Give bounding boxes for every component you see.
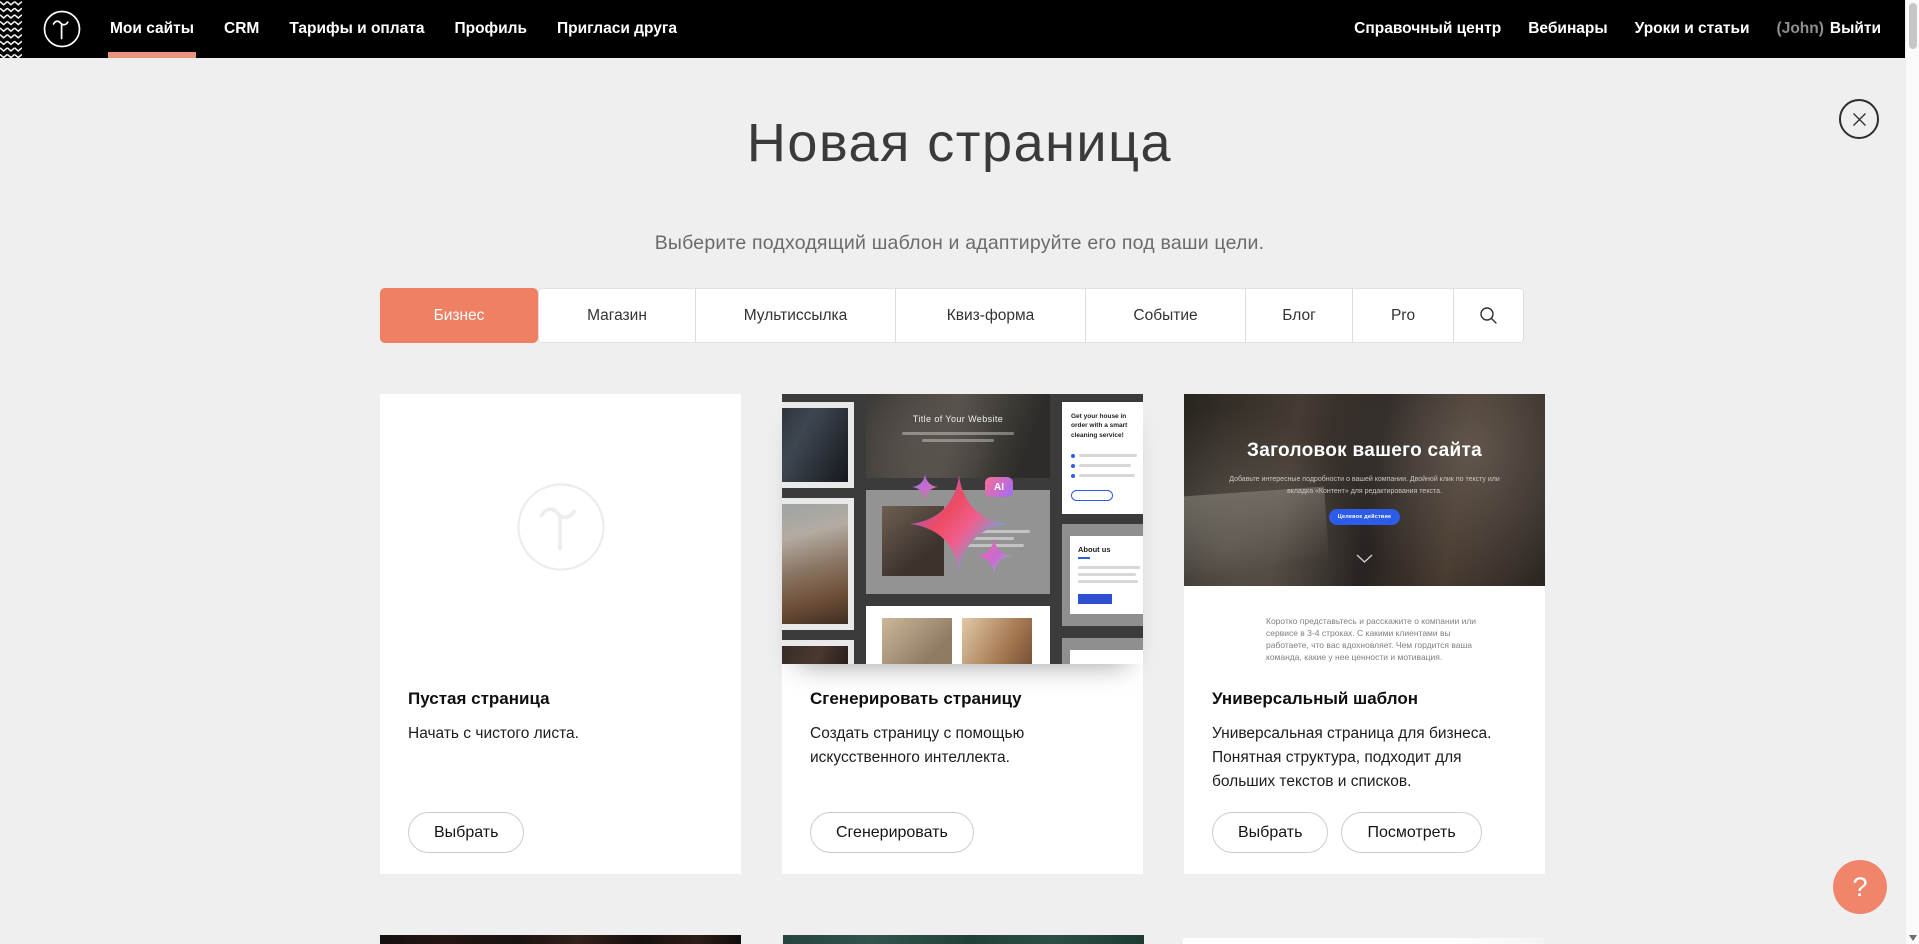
card-description: Создать страницу с помощью искусственног… [810,722,1118,770]
logout-link[interactable]: Выйти [1830,20,1881,38]
tab-event[interactable]: Событие [1086,288,1246,343]
collage-gallery-thumb [866,606,1050,664]
user-name: (John) [1777,20,1824,38]
generate-button[interactable]: Сгенерировать [810,812,974,853]
ai-badge: AI [985,477,1013,497]
collage-site-title: Title of Your Website [866,414,1050,424]
card-title: Пустая страница [408,689,713,709]
tab-blog[interactable]: Блог [1246,288,1353,343]
nav-item-webinars[interactable]: Вебинары [1528,0,1607,58]
main-menu: Мои сайты CRM Тарифы и оплата Профиль Пр… [110,0,677,58]
blank-page-preview [380,394,741,664]
nav-item-tariffs[interactable]: Тарифы и оплата [289,0,424,58]
nav-item-my-sites[interactable]: Мои сайты [110,0,194,58]
top-navbar: Мои сайты CRM Тарифы и оплата Профиль Пр… [0,0,1919,58]
collage-about-title: About us [1078,545,1111,554]
question-mark: ? [1852,872,1867,903]
search-tab[interactable] [1454,288,1524,343]
secondary-menu: Справочный центр Вебинары Уроки и статьи… [1354,0,1881,58]
preview-button[interactable]: Посмотреть [1341,812,1481,853]
template-card-partial[interactable] [1183,938,1544,944]
collage-text-panel: Get your house in order with a smart cle… [1062,402,1143,514]
preview-hero: Заголовок вашего сайта Добавьте интересн… [1184,394,1545,586]
page-title: Новая страница [0,112,1919,174]
preview-text-section: Коротко представьтесь и расскажите о ком… [1184,586,1545,664]
tab-pro[interactable]: Pro [1353,288,1454,343]
search-icon [1479,306,1498,325]
collage-panel-title: Get your house in order with a smart cle… [1071,412,1143,440]
preview-hero-title: Заголовок вашего сайта [1184,440,1545,462]
template-card-partial[interactable] [783,935,1144,944]
preview-body-text: Коротко представьтесь и расскажите о ком… [1266,615,1480,663]
tab-shop[interactable]: Магазин [538,288,696,343]
preview-hero-subtitle: Добавьте интересные подробности о вашей … [1218,474,1511,497]
universal-template-preview: Заголовок вашего сайта Добавьте интересн… [1184,394,1545,664]
scrollbar-down-arrow-icon[interactable] [1909,935,1917,941]
tilda-watermark-icon [515,481,607,573]
select-button[interactable]: Выбрать [408,812,524,853]
template-category-tabs: Бизнес Магазин Мультиссылка Квиз-форма С… [380,288,1524,343]
scrollbar-thumb[interactable] [1909,3,1917,49]
close-button[interactable] [1839,99,1879,139]
page-subtitle: Выберите подходящий шаблон и адаптируйте… [0,232,1919,255]
card-ai-generate: Title of Your Website feature [782,394,1143,874]
tilda-app: Мои сайты CRM Тарифы и оплата Профиль Пр… [0,0,1919,944]
card-title: Сгенерировать страницу [810,689,1115,709]
collage-thumb [782,498,854,630]
card-body: Пустая страница Начать с чистого листа. … [380,664,741,874]
collage-about-panel: About us [1062,524,1143,626]
collage-hero-thumb: Title of Your Website [866,394,1050,478]
tab-multilink[interactable]: Мультиссылка [696,288,896,343]
card-title: Универсальный шаблон [1212,689,1517,709]
user-logout[interactable]: (John) Выйти [1777,20,1881,38]
card-description: Начать с чистого листа. [408,722,716,746]
card-actions: Выбрать Посмотреть [1212,812,1517,853]
nav-item-crm[interactable]: CRM [224,0,259,58]
tab-quiz-form[interactable]: Квиз-форма [896,288,1086,343]
card-actions: Выбрать [408,812,713,853]
help-button[interactable]: ? [1833,860,1887,914]
nav-item-help-center[interactable]: Справочный центр [1354,0,1501,58]
zigzag-pattern-icon [0,0,22,58]
tilda-logo-icon[interactable] [42,9,82,49]
card-body: Сгенерировать страницу Создать страницу … [782,664,1143,874]
scrollbar[interactable] [1905,0,1919,944]
ai-sparkle-small-icon [976,538,1012,574]
ai-sparkle-small-icon [912,474,938,500]
card-blank-page: Пустая страница Начать с чистого листа. … [380,394,741,874]
collage-panel-partial [1062,638,1143,664]
card-body: Универсальный шаблон Универсальная стран… [1184,664,1545,874]
nav-item-profile[interactable]: Профиль [454,0,527,58]
card-actions: Сгенерировать [810,812,1115,853]
collage-thumb [782,402,854,488]
template-card-partial[interactable] [380,935,741,944]
tab-business[interactable]: Бизнес [380,288,538,343]
collage-thumb [782,640,854,664]
card-universal-template: Заголовок вашего сайта Добавьте интересн… [1184,394,1545,874]
nav-item-lessons[interactable]: Уроки и статьи [1635,0,1750,58]
preview-cta-button: Целевое действие [1329,509,1400,525]
template-card-grid: Пустая страница Начать с чистого листа. … [380,394,1545,874]
card-description: Универсальная страница для бизнеса. Поня… [1212,722,1520,794]
chevron-down-icon [1356,554,1373,563]
nav-item-invite-friend[interactable]: Пригласи друга [557,0,677,58]
ai-collage-preview: Title of Your Website feature [782,394,1143,664]
close-icon [1852,112,1867,127]
select-button[interactable]: Выбрать [1212,812,1328,853]
